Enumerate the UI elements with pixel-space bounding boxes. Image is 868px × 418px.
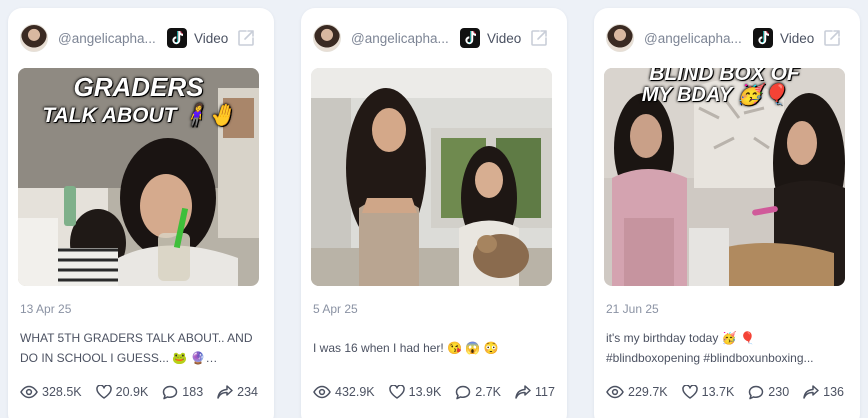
stats-row: 229.7K 13.7K 230 136 bbox=[606, 383, 858, 401]
username[interactable]: @angelicapha... bbox=[58, 31, 158, 46]
video-card[interactable]: @angelicapha... Video 5 Apr 25 I was 16 bbox=[301, 8, 567, 418]
comment-icon bbox=[749, 385, 764, 399]
share-icon bbox=[515, 385, 531, 399]
comments-count: 183 bbox=[182, 385, 204, 399]
likes-stat: 13.9K bbox=[388, 385, 442, 399]
likes-count: 13.9K bbox=[408, 385, 442, 399]
thumbnail-overlay-text: GRADERS bbox=[73, 72, 204, 102]
eye-icon bbox=[20, 385, 38, 399]
shares-count: 234 bbox=[237, 385, 259, 399]
card-header: @angelicapha... Video bbox=[313, 22, 555, 54]
comments-count: 230 bbox=[768, 385, 790, 399]
likes-count: 13.7K bbox=[701, 385, 735, 399]
avatar[interactable] bbox=[313, 24, 341, 52]
video-thumbnail[interactable]: GRADERS TALK ABOUT 🧍‍♀️🤚 bbox=[18, 68, 259, 286]
stats-row: 328.5K 20.9K 183 234 bbox=[20, 383, 272, 401]
comments-stat: 2.7K bbox=[455, 385, 501, 400]
external-link-icon[interactable] bbox=[822, 28, 842, 48]
username[interactable]: @angelicapha... bbox=[644, 31, 744, 46]
post-caption: it's my birthday today 🥳 🎈 #blindboxopen… bbox=[606, 328, 848, 368]
comments-stat: 183 bbox=[162, 385, 203, 400]
avatar[interactable] bbox=[606, 24, 634, 52]
shares-stat: 136 bbox=[803, 385, 844, 399]
shares-count: 136 bbox=[823, 385, 845, 399]
stats-row: 432.9K 13.9K 2.7K 117 bbox=[313, 383, 569, 401]
post-date: 13 Apr 25 bbox=[20, 302, 72, 316]
views-stat: 432.9K bbox=[313, 385, 375, 399]
shares-count: 117 bbox=[535, 385, 555, 399]
platform-label: Video bbox=[194, 30, 229, 46]
comments-stat: 230 bbox=[748, 385, 789, 400]
external-link-icon[interactable] bbox=[236, 28, 256, 48]
shares-stat: 117 bbox=[515, 385, 555, 399]
username[interactable]: @angelicapha... bbox=[351, 31, 451, 46]
tiktok-icon bbox=[167, 28, 187, 48]
platform-label: Video bbox=[487, 30, 522, 46]
thumbnail-overlay-text: TALK ABOUT 🧍‍♀️🤚 bbox=[42, 104, 235, 127]
post-date: 21 Jun 25 bbox=[606, 302, 659, 316]
card-header: @angelicapha... Video bbox=[606, 22, 848, 54]
eye-icon bbox=[313, 385, 331, 399]
caption-text: I was 16 when I had her! 😘 😱 😳 bbox=[313, 341, 499, 355]
likes-stat: 20.9K bbox=[95, 385, 149, 399]
tiktok-icon bbox=[460, 28, 480, 48]
likes-stat: 13.7K bbox=[681, 385, 735, 399]
video-card[interactable]: @angelicapha... Video GRADERS TALK ABOUT… bbox=[8, 8, 274, 418]
heart-icon bbox=[388, 385, 405, 399]
likes-count: 20.9K bbox=[115, 385, 149, 399]
shares-stat: 234 bbox=[217, 385, 258, 399]
post-caption: I was 16 when I had her! 😘 😱 😳 bbox=[313, 328, 555, 368]
post-caption: WHAT 5TH GRADERS TALK ABOUT.. AND DO IN … bbox=[20, 328, 262, 368]
video-card[interactable]: @angelicapha... Video BLIND BOX OF MY BD… bbox=[594, 8, 860, 418]
share-icon bbox=[217, 385, 233, 399]
views-count: 328.5K bbox=[42, 385, 82, 399]
caption-text: it's my birthday today 🥳 🎈 #blindboxopen… bbox=[606, 331, 814, 365]
views-stat: 328.5K bbox=[20, 385, 82, 399]
video-thumbnail[interactable]: BLIND BOX OF MY BDAY 🥳🎈 bbox=[604, 68, 845, 286]
card-header: @angelicapha... Video bbox=[20, 22, 262, 54]
eye-icon bbox=[606, 385, 624, 399]
comment-icon bbox=[163, 385, 178, 399]
thumbnail-overlay-text: MY BDAY 🥳🎈 bbox=[641, 84, 788, 106]
comments-count: 2.7K bbox=[475, 385, 502, 399]
avatar[interactable] bbox=[20, 24, 48, 52]
tiktok-icon bbox=[753, 28, 773, 48]
heart-icon bbox=[95, 385, 112, 399]
comment-icon bbox=[456, 385, 471, 399]
share-icon bbox=[803, 385, 819, 399]
post-date: 5 Apr 25 bbox=[313, 302, 358, 316]
caption-text: WHAT 5TH GRADERS TALK ABOUT.. AND DO IN … bbox=[20, 331, 253, 365]
external-link-icon[interactable] bbox=[529, 28, 549, 48]
video-thumbnail[interactable] bbox=[311, 68, 552, 286]
platform-label: Video bbox=[780, 30, 815, 46]
views-count: 229.7K bbox=[628, 385, 668, 399]
heart-icon bbox=[681, 385, 698, 399]
views-count: 432.9K bbox=[335, 385, 375, 399]
views-stat: 229.7K bbox=[606, 385, 668, 399]
